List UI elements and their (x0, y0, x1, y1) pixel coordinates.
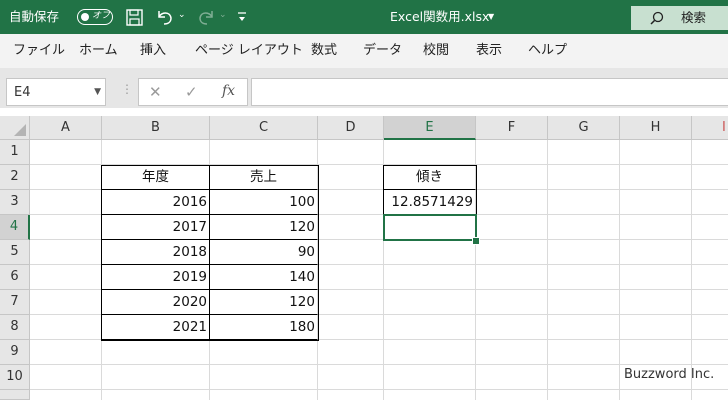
toggle-knob-icon (81, 12, 89, 21)
column-header-a[interactable]: A (30, 116, 102, 140)
column-header-e[interactable]: E (384, 116, 476, 140)
slope-value[interactable]: 12.8571429 (384, 190, 476, 215)
tab-formulas[interactable]: 数式 (311, 42, 337, 59)
slope-header[interactable]: 傾き (384, 165, 476, 190)
ribbon-tabs: ファイル ホーム 挿入 ページ レイアウト 数式 データ 校閲 表示 ヘルプ (0, 34, 728, 68)
title-bar: 自動保存 オフ ⌄ ⌄ Excel関数用.xlsx ▼ 検索 (0, 0, 728, 34)
table-cell-year[interactable]: 2016 (102, 190, 210, 215)
table-cell-sales[interactable]: 180 (210, 315, 318, 340)
column-header-c[interactable]: C (210, 116, 318, 140)
tab-view[interactable]: 表示 (476, 42, 502, 59)
formula-bar-splitter-icon[interactable]: ⋮ (121, 82, 133, 96)
watermark: Buzzword Inc. (624, 367, 715, 382)
table-header-year[interactable]: 年度 (102, 165, 210, 190)
tab-home[interactable]: ホーム (79, 42, 118, 59)
name-box[interactable]: E4 ▼ (6, 78, 106, 106)
formula-input[interactable] (251, 78, 728, 106)
tab-review[interactable]: 校閲 (423, 42, 449, 59)
redo-icon[interactable] (196, 8, 216, 26)
select-all-icon (14, 124, 26, 136)
ribbon-divider (0, 68, 728, 76)
cancel-icon[interactable]: ✕ (149, 83, 162, 101)
row-header-6[interactable]: 6 (0, 265, 30, 290)
name-box-dropdown-icon[interactable]: ▼ (94, 87, 101, 97)
row-header-9[interactable]: 9 (0, 340, 30, 365)
row-header-2[interactable]: 2 (0, 165, 30, 190)
column-header-b[interactable]: B (102, 116, 210, 140)
save-icon[interactable] (126, 9, 143, 26)
search-icon (650, 11, 664, 25)
name-box-value: E4 (14, 85, 31, 100)
formula-buttons: ✕ ✓ fx (138, 78, 248, 106)
formula-bar: E4 ▼ ⋮ ✕ ✓ fx (0, 76, 728, 108)
table-cell-year[interactable]: 2019 (102, 265, 210, 290)
autosave-state: オフ (92, 11, 111, 21)
tab-data[interactable]: データ (363, 42, 402, 59)
row-header-1[interactable]: 1 (0, 140, 30, 165)
tab-file[interactable]: ファイル (13, 42, 65, 59)
undo-dropdown-icon[interactable]: ⌄ (178, 10, 186, 20)
autosave-toggle[interactable]: オフ (77, 9, 113, 25)
table-cell-sales[interactable]: 120 (210, 290, 318, 315)
column-header-i[interactable]: I (692, 116, 728, 140)
autosave-label: 自動保存 (9, 9, 60, 24)
table-cell-year[interactable]: 2021 (102, 315, 210, 340)
row-header-8[interactable]: 8 (0, 315, 30, 340)
search-box[interactable]: 検索 (631, 6, 728, 30)
select-all-button[interactable] (0, 116, 30, 140)
worksheet-grid[interactable]: A B C D E F G H I 1 2 3 4 5 6 7 8 9 10 年… (0, 116, 728, 400)
column-header-d[interactable]: D (318, 116, 384, 140)
table-cell-year[interactable]: 2018 (102, 240, 210, 265)
fill-handle[interactable] (472, 237, 480, 245)
column-header-f[interactable]: F (476, 116, 548, 140)
row-header-4[interactable]: 4 (0, 215, 30, 240)
column-header-h[interactable]: H (620, 116, 692, 140)
table-header-sales[interactable]: 売上 (210, 165, 318, 190)
window-title: Excel関数用.xlsx (390, 9, 490, 24)
table-cell-sales[interactable]: 140 (210, 265, 318, 290)
column-header-g[interactable]: G (548, 116, 620, 140)
row-header-7[interactable]: 7 (0, 290, 30, 315)
selected-cell-e4[interactable] (383, 214, 477, 241)
row-header-3[interactable]: 3 (0, 190, 30, 215)
table-cell-year[interactable]: 2020 (102, 290, 210, 315)
table-cell-sales[interactable]: 100 (210, 190, 318, 215)
row-header-10[interactable]: 10 (0, 365, 30, 390)
search-label: 検索 (681, 10, 707, 25)
title-dropdown-icon[interactable]: ▼ (488, 12, 494, 21)
tab-insert[interactable]: 挿入 (140, 42, 166, 59)
insert-function-icon[interactable]: fx (222, 83, 235, 99)
table-cell-sales[interactable]: 90 (210, 240, 318, 265)
redo-dropdown-icon[interactable]: ⌄ (219, 10, 227, 20)
row-header-5[interactable]: 5 (0, 240, 30, 265)
customize-toolbar-icon[interactable] (237, 11, 247, 23)
tab-page-layout[interactable]: ページ レイアウト (195, 42, 303, 59)
enter-icon[interactable]: ✓ (185, 83, 198, 101)
row-header-11[interactable] (0, 390, 30, 400)
tab-help[interactable]: ヘルプ (528, 42, 567, 59)
table-cell-year[interactable]: 2017 (102, 215, 210, 240)
table-cell-sales[interactable]: 120 (210, 215, 318, 240)
undo-icon[interactable] (155, 8, 175, 26)
